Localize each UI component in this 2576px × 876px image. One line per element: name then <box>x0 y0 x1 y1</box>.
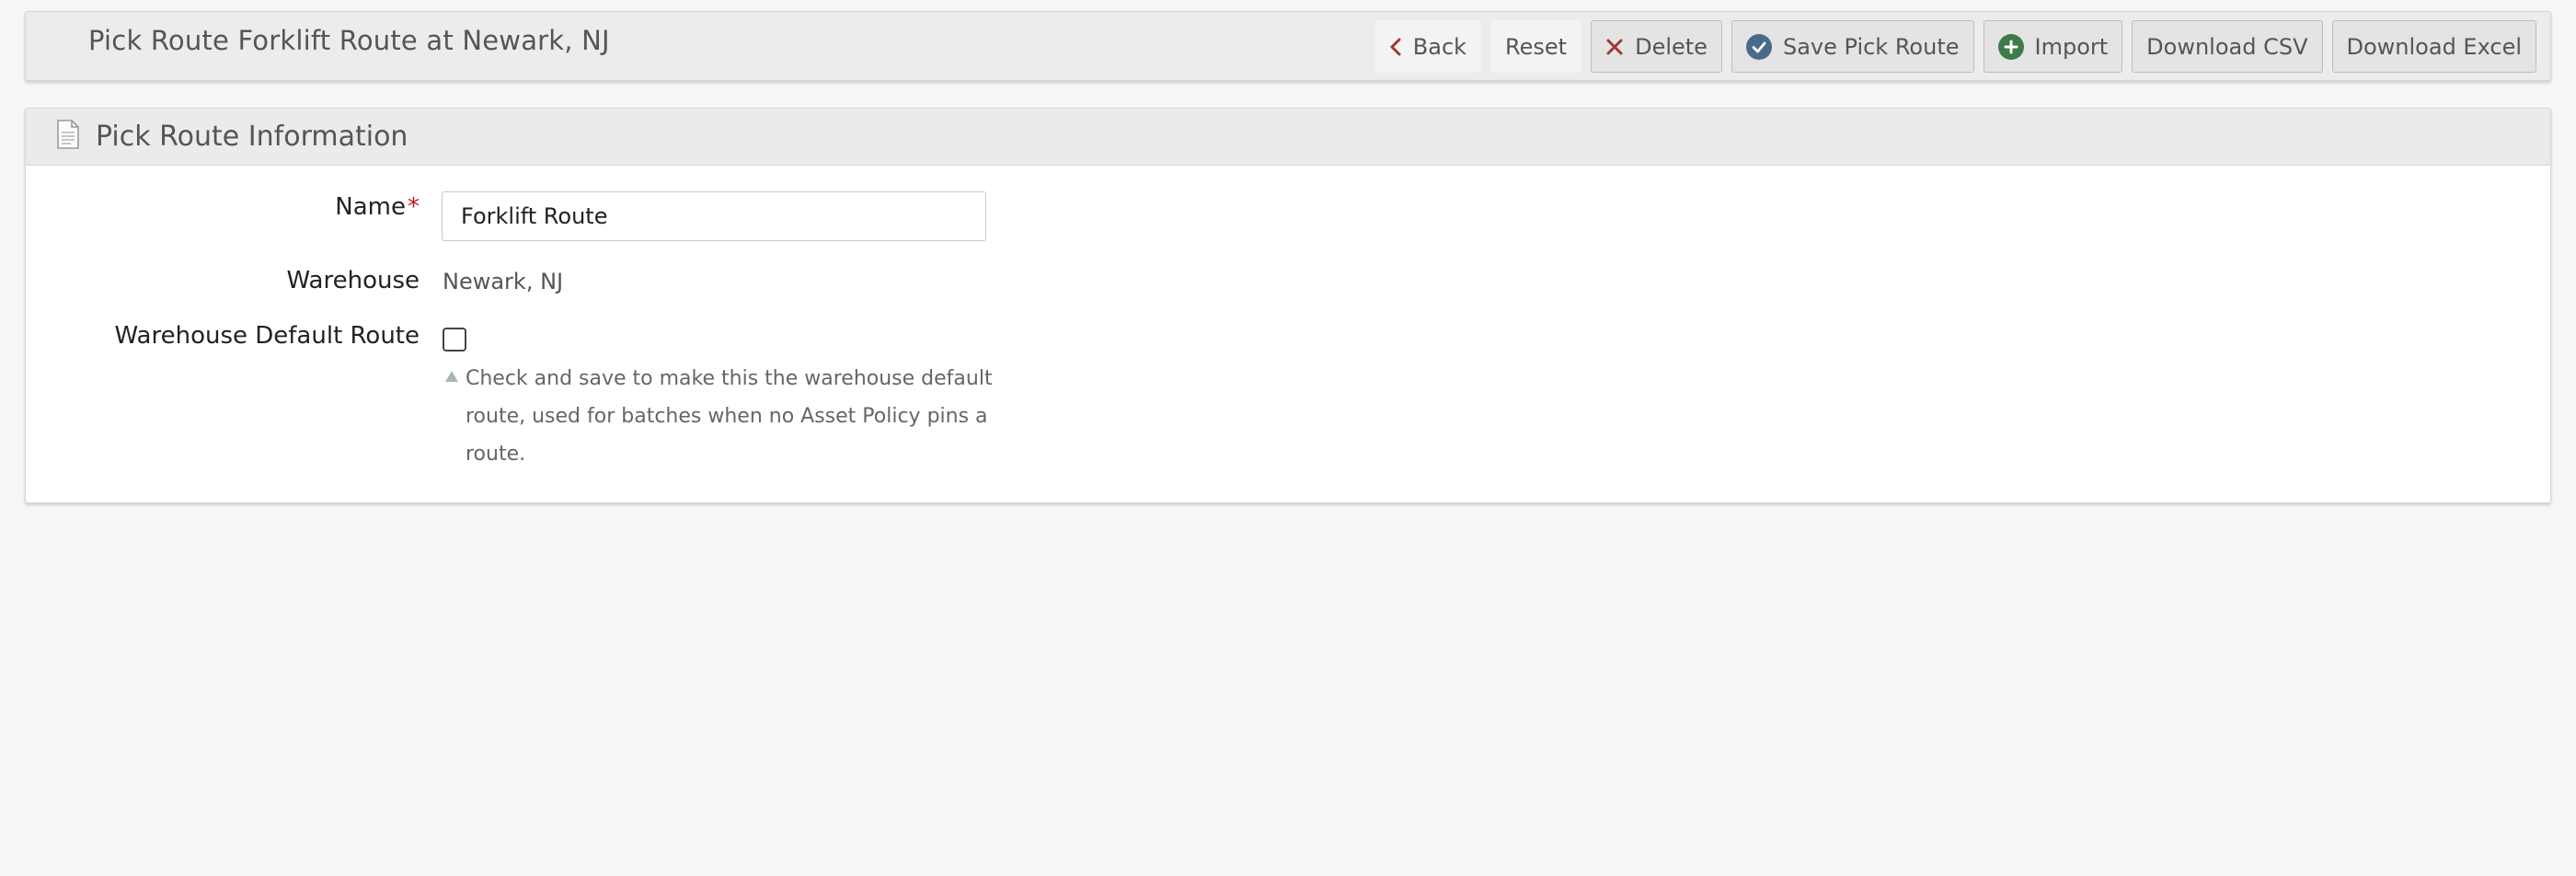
reset-button[interactable]: Reset <box>1490 20 1582 73</box>
warehouse-label-text: Warehouse <box>286 267 420 294</box>
panel-title: Pick Route Information <box>96 121 408 153</box>
warehouse-label: Warehouse <box>287 267 420 294</box>
warehouse-value: Newark, NJ <box>443 269 564 294</box>
page-title: Pick Route Forklift Route at Newark, NJ <box>88 25 610 56</box>
default-route-label-text: Warehouse Default Route <box>114 322 420 350</box>
download-csv-button[interactable]: Download CSV <box>2132 20 2323 73</box>
name-label-text: Name <box>335 193 406 221</box>
check-circle-icon <box>1745 33 1772 60</box>
name-input[interactable] <box>442 191 986 241</box>
back-button[interactable]: Back <box>1374 20 1482 73</box>
toolbar: Back Reset Delete Save Pick Route Import… <box>1374 20 2536 73</box>
default-route-checkbox[interactable] <box>443 328 466 352</box>
triangle-up-icon <box>445 371 458 382</box>
back-button-label: Back <box>1412 33 1467 60</box>
default-route-help-text: Check and save to make this the warehous… <box>466 367 993 466</box>
plus-circle-icon <box>1997 33 2024 60</box>
download-excel-button[interactable]: Download Excel <box>2331 20 2536 73</box>
default-route-label: Warehouse Default Route <box>115 322 420 350</box>
download-excel-button-label: Download Excel <box>2346 33 2523 60</box>
pick-route-info-panel: Pick Route Information Name* Warehouse N… <box>25 108 2551 503</box>
required-marker: * <box>408 193 420 221</box>
document-icon <box>56 120 80 153</box>
chevron-left-icon <box>1389 38 1402 56</box>
download-csv-button-label: Download CSV <box>2146 33 2308 60</box>
page-header: Pick Route Forklift Route at Newark, NJ … <box>25 11 2551 81</box>
reset-button-label: Reset <box>1505 33 1568 60</box>
name-label: Name* <box>335 193 420 221</box>
import-button-label: Import <box>2034 33 2109 60</box>
close-icon <box>1605 38 1624 56</box>
delete-button-label: Delete <box>1635 33 1708 60</box>
import-button[interactable]: Import <box>1983 20 2123 73</box>
save-pick-route-button[interactable]: Save Pick Route <box>1731 20 1974 73</box>
save-button-label: Save Pick Route <box>1782 33 1960 60</box>
delete-button[interactable]: Delete <box>1591 20 1722 73</box>
panel-header: Pick Route Information <box>26 109 2550 166</box>
